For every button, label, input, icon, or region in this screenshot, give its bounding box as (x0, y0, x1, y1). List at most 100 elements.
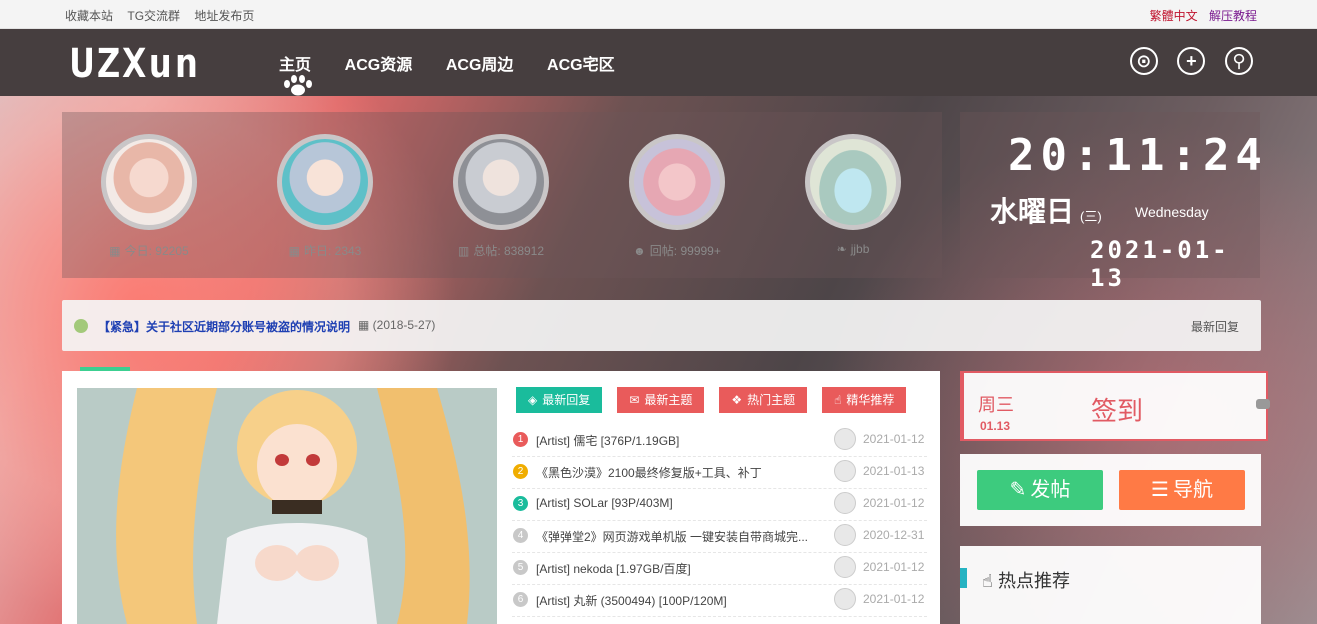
nav-item-acg-merch[interactable]: ACG周边 (446, 51, 514, 75)
avatar[interactable] (834, 460, 856, 482)
weekday-jp: 水曜日 (990, 196, 1075, 227)
thread-date: 2021-01-12 (863, 592, 925, 606)
thumbs-up-icon: ☝ (834, 393, 842, 407)
avatar[interactable] (834, 492, 856, 514)
avatar[interactable] (101, 134, 197, 230)
traditional-chinese-link[interactable]: 繁體中文 (1150, 9, 1198, 23)
list-item[interactable]: 3 [Artist] SOLar [93P/403M] 2021-01-12 (512, 489, 927, 521)
stats-panel: ▦ 今日: 92205 ▦ 昨日: 2343 ▥ 总帖: 838912 ☻ 回帖: 99… (62, 112, 942, 278)
plus-icon[interactable]: + (1177, 47, 1206, 75)
action-buttons: ✎ 发帖 ☰ 导航 (960, 454, 1261, 526)
weekday-cn: (三) (1080, 209, 1102, 224)
edit-icon: ✎ (1009, 479, 1027, 501)
search-icon[interactable]: ⚲ (1225, 47, 1253, 75)
stat-jjbb: ❧ jjbb (798, 134, 908, 256)
latest-replies-link[interactable]: 最新回复 (1191, 318, 1239, 335)
tg-group-link[interactable]: TG交流群 (127, 9, 180, 23)
thumbs-up-icon: ☝ (982, 571, 998, 591)
tab-hot-topics[interactable]: ❖ 热门主题 (719, 387, 808, 413)
top-right-links: 繁體中文 解压教程 (1142, 7, 1257, 24)
stat-label: 今日: 92205 (124, 244, 189, 258)
rank-badge: 4 (513, 528, 528, 543)
list-item[interactable]: 2 《黑色沙漠》2100最终修复版+工具、补丁 2021-01-13 (512, 457, 927, 489)
thread-date: 2021-01-13 (863, 464, 925, 478)
navigation-button[interactable]: ☰ 导航 (1119, 470, 1245, 510)
thread-title[interactable]: [Artist] nekoda [1.97GB/百度] (536, 560, 821, 577)
hot-title-text: 热点推荐 (997, 571, 1070, 591)
main-content: ◈ 最新回复 ✉ 最新主题 ❖ 热门主题 ☝ 精华推荐 1 [Artist] 儒宅 [376P… (62, 367, 940, 624)
comments-icon: ✉ (629, 393, 640, 407)
leaf-icon: ❧ (836, 242, 847, 256)
new-post-button[interactable]: ✎ 发帖 (977, 470, 1103, 510)
nav-item-home[interactable]: 主页 (279, 51, 311, 75)
menu-icon: ☰ (1151, 479, 1169, 501)
hot-recommend-panel: ☝ 热点推荐 (960, 546, 1261, 624)
list-item[interactable]: 1 [Artist] 儒宅 [376P/1.19GB] 2021-01-12 (512, 425, 927, 457)
tab-label: 精华推荐 (846, 393, 895, 407)
list-item[interactable]: 5 [Artist] nekoda [1.97GB/百度] 2021-01-12 (512, 553, 927, 585)
tab-latest-topics[interactable]: ✉ 最新主题 (617, 387, 705, 413)
avatar[interactable] (629, 134, 725, 230)
thread-title[interactable]: [Artist] 儒宅 [376P/1.19GB] (536, 432, 821, 449)
sign-in-button[interactable]: 签到 (1091, 391, 1143, 428)
nav-item-acg-otaku[interactable]: ACG宅区 (547, 51, 615, 75)
clock-panel: 20:11:24 水曜日 (三) Wednesday 2021-01-13 (960, 112, 1262, 292)
clock-time: 20:11:24 (1008, 130, 1268, 181)
stat-total-posts: ▥ 总帖: 838912 (446, 134, 556, 259)
weekday-en: Wednesday (1135, 204, 1209, 220)
featured-illustration (77, 388, 497, 624)
nav-item-acg-resources[interactable]: ACG资源 (345, 51, 413, 75)
sign-in-card: 周三 01.13 签到 (960, 371, 1270, 441)
stat-replies: ☻ 回帖: 99999+ (622, 134, 732, 259)
address-page-link[interactable]: 地址发布页 (194, 9, 254, 23)
stat-label: 回帖: 99999+ (649, 244, 721, 258)
avatar[interactable] (805, 134, 901, 230)
sign-weekday: 周三 (978, 395, 1014, 415)
speaker-icon (74, 319, 88, 333)
clock-weekday: 水曜日 (三) (990, 190, 1102, 230)
bookmark-link[interactable]: 收藏本站 (65, 9, 113, 23)
tab-label: 最新主题 (644, 393, 693, 407)
stat-label: jjbb (850, 242, 870, 256)
tab-label: 热门主题 (747, 393, 796, 407)
main-nav: UZXun 主页 ACG资源 ACG周边 ACG宅区 ⊙ + ⚲ (0, 29, 1317, 96)
avatar[interactable] (834, 588, 856, 610)
rank-badge: 2 (513, 464, 528, 479)
avatar[interactable] (834, 524, 856, 546)
thread-date: 2021-01-12 (863, 560, 925, 574)
featured-image[interactable] (77, 388, 497, 624)
stat-yesterday: ▦ 昨日: 2343 (270, 134, 380, 259)
stat-label: 昨日: 2343 (303, 244, 362, 258)
rank-badge: 1 (513, 432, 528, 447)
cube-icon: ◈ (528, 393, 538, 407)
thread-title[interactable]: 《弹弹堂2》网页游戏单机版 一键安装自带商城完... (536, 528, 821, 545)
rank-badge: 6 (513, 592, 528, 607)
lock-icon[interactable]: ⊙ (1129, 47, 1158, 75)
notice-date-text: (2018-5-27) (372, 318, 436, 332)
toggle-tab[interactable] (1256, 399, 1270, 409)
notice-message[interactable]: 【紧急】关于社区近期部分账号被盗的情况说明 (98, 318, 350, 335)
site-logo[interactable]: UZXun (70, 41, 200, 87)
thread-title[interactable]: [Artist] 丸新 (3500494) [100P/120M] (536, 592, 821, 609)
thread-date: 2021-01-12 (863, 432, 925, 446)
thread-title[interactable]: 《黑色沙漠》2100最终修复版+工具、补丁 (536, 464, 821, 481)
avatar[interactable] (834, 428, 856, 450)
users-icon: ☻ (633, 244, 646, 258)
top-links: 收藏本站 TG交流群 地址发布页 (65, 7, 265, 24)
avatar[interactable] (277, 134, 373, 230)
list-item[interactable]: 4 《弹弹堂2》网页游戏单机版 一键安装自带商城完... 2020-12-31 (512, 521, 927, 553)
hot-recommend-title: ☝ 热点推荐 (982, 567, 1070, 593)
tab-featured[interactable]: ☝ 精华推荐 (822, 387, 907, 413)
list-item[interactable]: 6 [Artist] 丸新 (3500494) [100P/120M] 2021… (512, 585, 927, 617)
bar-chart-icon: ▥ (457, 244, 470, 258)
tab-latest-replies[interactable]: ◈ 最新回复 (516, 387, 603, 413)
unzip-tutorial-link[interactable]: 解压教程 (1209, 9, 1257, 23)
stat-today: ▦ 今日: 92205 (94, 134, 204, 259)
avatar[interactable] (834, 556, 856, 578)
rank-badge: 3 (513, 496, 528, 511)
button-label: 导航 (1172, 479, 1213, 501)
tab-indicator (80, 367, 130, 371)
avatar[interactable] (453, 134, 549, 230)
nav-icons: ⊙ + ⚲ (1114, 47, 1253, 75)
thread-title[interactable]: [Artist] SOLar [93P/403M] (536, 496, 821, 510)
